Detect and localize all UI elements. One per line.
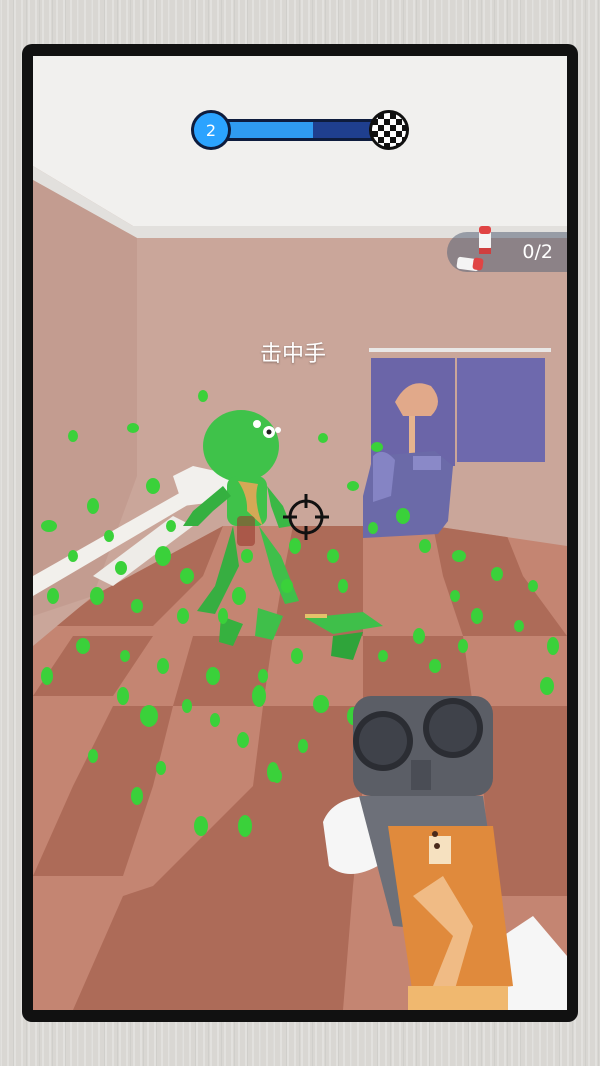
- current-level-badge: 2: [191, 110, 231, 150]
- level-number: 2: [205, 120, 217, 140]
- hit-feedback-text: 击中手: [259, 342, 326, 367]
- ammo-counter: 0/2: [447, 226, 567, 272]
- curtain-rod: [369, 348, 551, 352]
- level-progress-bar: 2: [191, 108, 409, 152]
- curtain-right: [457, 358, 545, 462]
- progress-track: [211, 119, 387, 141]
- ammo-count-text: 0/2: [522, 241, 553, 263]
- shotgun-shells-icon: [456, 226, 491, 272]
- checkered-flag-icon: [369, 110, 409, 150]
- game-viewport[interactable]: 2 0/2 击中手: [33, 56, 567, 1010]
- crosshair-icon: [283, 494, 329, 540]
